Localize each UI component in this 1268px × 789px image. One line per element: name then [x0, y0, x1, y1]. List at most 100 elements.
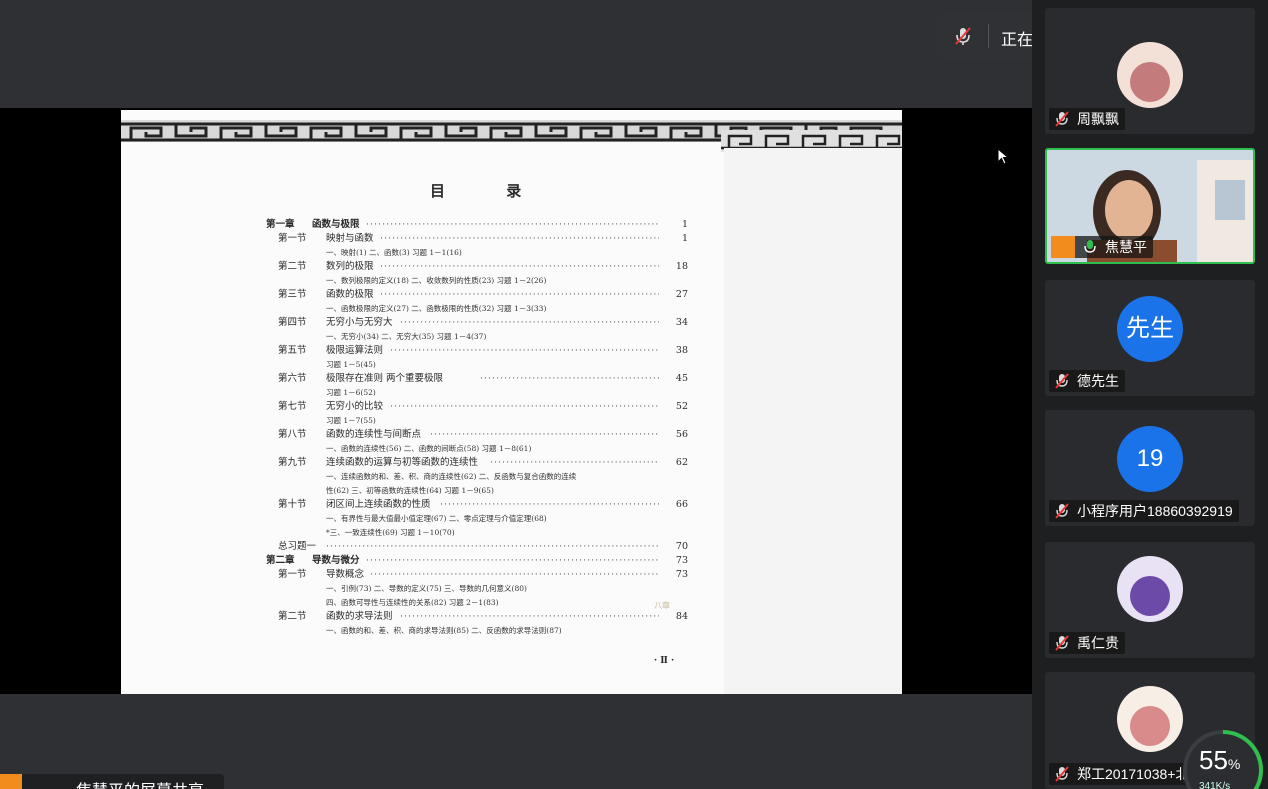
toc-leader-dots: ········································… — [380, 289, 659, 300]
toc-label: 第一节 — [278, 569, 307, 580]
toc-leader-dots: ········································… — [366, 555, 659, 566]
toc-label: 第三节 — [278, 289, 307, 300]
toc-page-number: 1 — [681, 233, 688, 244]
muted-mic-icon — [1055, 373, 1069, 389]
toc-label: 第六节 — [278, 373, 307, 384]
toc-page-number: 70 — [675, 541, 688, 552]
participant-name-bar: 焦慧平 — [1051, 236, 1153, 258]
participant-name: 周飘飘 — [1077, 111, 1119, 127]
toc-title: 目 录 — [430, 182, 550, 200]
toc-label: 第九节 — [278, 457, 307, 468]
toc-page-number: 66 — [675, 499, 688, 510]
toc-page-number: 84 — [675, 611, 688, 622]
participant-avatar — [1117, 686, 1183, 752]
toc-leader-dots: ········································… — [380, 261, 659, 272]
toc-title-text: 导数与微分 — [312, 555, 360, 566]
toc-title-text: 无穷小与无穷大 — [326, 317, 393, 328]
toc-title-text: 函数的求导法则 — [326, 611, 393, 622]
divider — [988, 24, 989, 48]
toc-subitems: 一、映射(1) 二、函数(3) 习题 1－1(16) — [326, 248, 462, 257]
network-speed: 341K/s — [1199, 781, 1231, 789]
participant-name-bar: 禹仁贵 — [1049, 632, 1125, 654]
toc-leader-dots: ········································… — [490, 457, 659, 468]
participant-avatar — [1117, 556, 1183, 622]
toc-page-number: 62 — [675, 457, 688, 468]
toc-title-text: 导数概念 — [326, 569, 365, 580]
active-mic-icon — [1084, 240, 1096, 253]
participant-tile[interactable]: 先生德先生 — [1045, 280, 1255, 396]
participant-avatar — [1117, 42, 1183, 108]
toc-title-text: 连续函数的运算与初等函数的连续性 — [326, 457, 479, 468]
toc-subitems: *三、一致连续性(69) 习题 1－10(70) — [326, 528, 455, 537]
toc-subitems: 习题 1－5(45) — [326, 360, 376, 369]
toc-title-text: 数列的极限 — [326, 261, 374, 272]
participant-tile[interactable]: 禹仁贵 — [1045, 542, 1255, 658]
toc-title-text: 闭区间上连续函数的性质 — [326, 499, 431, 510]
network-percent-value: 55 — [1199, 745, 1228, 775]
toc-label: 第七节 — [278, 401, 307, 412]
toc-page-number: 1 — [681, 219, 688, 230]
toc-label: 总习题一 — [278, 541, 317, 552]
participant-name: 德先生 — [1077, 373, 1119, 389]
toc-leader-dots: ········································… — [400, 611, 659, 622]
toc-subitems: 习题 1－7(55) — [326, 416, 376, 425]
toc-label: 第二节 — [278, 611, 307, 622]
participant-name: 焦慧平 — [1105, 239, 1147, 255]
toc-label: 第一节 — [278, 233, 307, 244]
toc-page-number: 73 — [675, 555, 688, 566]
toc-label: 第一章 — [266, 219, 295, 230]
toc-page-number: 52 — [675, 401, 688, 412]
network-percent: 55% — [1199, 745, 1240, 776]
toc-label: 第二章 — [266, 555, 295, 566]
user-icon — [1051, 236, 1075, 258]
toc-leader-dots: ········································… — [390, 401, 659, 412]
user-avatar-icon — [0, 774, 22, 789]
toc-page-number: 45 — [675, 373, 688, 384]
participant-name-bar: 周飘飘 — [1049, 108, 1125, 130]
toc-leader-dots: ········································… — [430, 429, 659, 440]
toc-leader-dots: ········································… — [380, 233, 659, 244]
toc-title-text: 无穷小的比较 — [326, 401, 384, 412]
toc-leader-dots: ········································… — [480, 373, 659, 384]
toc-leader-dots: ········································… — [440, 499, 659, 510]
participant-tile[interactable]: 周飘飘 — [1045, 8, 1255, 134]
toc-subitems: 一、函数极限的定义(27) 二、函数极限的性质(32) 习题 1－3(33) — [326, 304, 547, 313]
network-quality-badge[interactable]: 55% 341K/s — [1182, 729, 1264, 789]
toc-title-text: 函数的极限 — [326, 289, 374, 300]
toc-subitems: 一、函数的连续性(56) 二、函数的间断点(58) 习题 1－8(61) — [326, 444, 532, 453]
muted-mic-icon — [1055, 503, 1069, 519]
toc-leader-dots: ········································… — [370, 569, 659, 580]
toc-page-number: 34 — [675, 317, 688, 328]
toc-leader-dots: ········································… — [326, 541, 659, 552]
page-stamp: 八章 — [654, 601, 670, 610]
toc-page-number: 18 — [675, 261, 688, 272]
participant-avatar: 19 — [1117, 426, 1183, 492]
participant-tile[interactable]: 焦慧平 — [1045, 148, 1255, 264]
toc-subitems: 一、连续函数的和、差、积、商的连续性(62) 二、反函数与复合函数的连续 — [326, 472, 577, 481]
toc-subitems: 一、引例(73) 二、导数的定义(75) 三、导数的几何意义(80) — [326, 584, 527, 593]
toc-title-text: 映射与函数 — [326, 233, 374, 244]
toc-label: 第二节 — [278, 261, 307, 272]
toc-leader-dots: ········································… — [390, 345, 659, 356]
participant-name: 禹仁贵 — [1077, 635, 1119, 651]
toc-page-number: 38 — [675, 345, 688, 356]
page-number-footer: · Ⅱ · — [654, 656, 675, 666]
toc-subitems: 性(62) 三、初等函数的连续性(64) 习题 1－9(65) — [326, 486, 494, 495]
toc-subitems: 四、函数可导性与连续性的关系(82) 习题 2－1(83) — [326, 598, 499, 607]
muted-mic-icon — [1055, 766, 1069, 782]
shared-document-page: 目 录 第一章 函数与极限 ····························… — [121, 110, 902, 694]
participant-avatar: 先生 — [1117, 296, 1183, 362]
screen-share-banner[interactable]: 焦慧平的屏幕共享 — [0, 774, 224, 789]
page-shadow-region — [724, 148, 902, 694]
muted-mic-icon[interactable] — [952, 25, 974, 47]
toc-label: 第四节 — [278, 317, 307, 328]
toc-title-text: 函数与极限 — [312, 219, 360, 230]
mouse-cursor-icon — [997, 148, 1010, 165]
participant-name: 小程序用户18860392919 — [1077, 503, 1233, 519]
toc-subitems: 一、无穷小(34) 二、无穷大(35) 习题 1－4(37) — [326, 332, 487, 341]
toc-label: 第五节 — [278, 345, 307, 356]
share-banner-label: 焦慧平的屏幕共享 — [76, 777, 204, 789]
participant-name-bar: 小程序用户18860392919 — [1049, 500, 1239, 522]
participant-name-bar: 德先生 — [1049, 370, 1125, 392]
participant-tile[interactable]: 19 小程序用户18860392919 — [1045, 410, 1255, 526]
